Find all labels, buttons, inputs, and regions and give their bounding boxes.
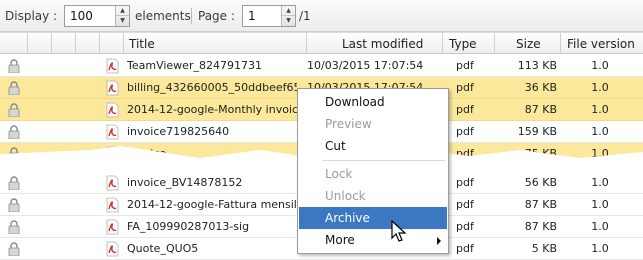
pdf-file-icon	[106, 241, 119, 257]
row-type: pdf	[456, 242, 474, 255]
row-file-version: 1.0	[591, 103, 609, 116]
column-header-icon[interactable]	[100, 33, 124, 54]
spinner-up-icon[interactable]: ▲	[282, 6, 295, 16]
row-type: pdf	[456, 125, 474, 138]
stepper-buttons: ▲ ▼	[281, 6, 295, 26]
display-label: Display :	[5, 9, 58, 23]
row-title[interactable]: 2014-12-google-Fattura mensile	[127, 194, 297, 216]
menu-item-preview: Preview	[325, 117, 372, 131]
row-title[interactable]: TeamViewer_824791731	[127, 55, 297, 77]
row-type: pdf	[456, 59, 474, 72]
lock-icon[interactable]	[8, 81, 20, 95]
pdf-file-icon	[106, 80, 119, 96]
elements-label: elements	[135, 9, 191, 23]
lock-icon[interactable]	[8, 220, 20, 234]
pagination-toolbar: Display : 100 ▲ ▼ elements Page : 1 ▲ ▼ …	[0, 0, 643, 32]
row-last-modified: 10/03/2015 17:07:54	[307, 59, 424, 72]
stepper-buttons: ▲ ▼	[115, 6, 129, 26]
row-file-version: 1.0	[591, 81, 609, 94]
row-size: 87 KB	[524, 220, 557, 233]
row-type: pdf	[456, 220, 474, 233]
context-menu: Download Preview Cut Lock Unlock Archive…	[297, 88, 449, 254]
row-size: 36 KB	[524, 81, 557, 94]
column-header-last-modified[interactable]: Last modified	[307, 33, 443, 54]
menu-separator	[322, 160, 445, 161]
menu-item-lock: Lock	[325, 167, 353, 181]
menu-item-unlock: Unlock	[325, 189, 366, 203]
row-type: pdf	[456, 81, 474, 94]
lock-icon[interactable]	[8, 242, 20, 256]
row-file-version: 1.0	[591, 59, 609, 72]
page-stepper[interactable]: 1 ▲ ▼	[242, 5, 296, 27]
row-size: 5 KB	[531, 242, 557, 255]
toolbar-divider	[191, 8, 192, 24]
column-header-type[interactable]: Type	[443, 33, 495, 54]
column-header-size[interactable]: Size	[495, 33, 561, 54]
row-title[interactable]: 2014-12-google-Monthly invoice	[127, 99, 297, 121]
display-count-stepper[interactable]: 100 ▲ ▼	[64, 5, 130, 27]
row-file-version: 1.0	[591, 125, 609, 138]
page-label: Page :	[198, 9, 235, 23]
row-size: 87 KB	[524, 198, 557, 211]
row-file-version: 1.0	[591, 242, 609, 255]
pdf-file-icon	[106, 197, 119, 213]
table-header: Title Last modified Type Size File versi…	[0, 32, 643, 54]
column-header-blank[interactable]	[28, 33, 52, 54]
column-header-blank[interactable]	[52, 33, 76, 54]
menu-item-cut[interactable]: Cut	[299, 135, 447, 157]
submenu-arrow-icon	[437, 237, 441, 245]
spinner-down-icon[interactable]: ▼	[282, 16, 295, 26]
row-title[interactable]: billing_432660005_50ddbeef6599a	[127, 77, 297, 99]
pdf-file-icon	[106, 124, 119, 140]
menu-item-archive[interactable]: Archive	[299, 207, 447, 229]
column-header-lock[interactable]	[0, 33, 28, 54]
row-title[interactable]: FA_109990287013-sig	[127, 216, 297, 238]
spinner-up-icon[interactable]: ▲	[116, 6, 129, 16]
row-size: 113 KB	[517, 59, 557, 72]
row-type: pdf	[456, 103, 474, 116]
pdf-file-icon	[106, 102, 119, 118]
lock-icon[interactable]	[8, 198, 20, 212]
column-header-title[interactable]: Title	[124, 33, 307, 54]
pdf-file-icon	[106, 58, 119, 74]
row-type: pdf	[456, 198, 474, 211]
lock-icon[interactable]	[8, 59, 20, 73]
menu-item-more-label: More	[325, 233, 355, 247]
lock-icon[interactable]	[8, 103, 20, 117]
pdf-file-icon	[106, 219, 119, 235]
row-file-version: 1.0	[591, 198, 609, 211]
display-count-value[interactable]: 100	[70, 9, 93, 23]
row-title[interactable]: Quote_QUO5	[127, 238, 297, 260]
row-file-version: 1.0	[591, 220, 609, 233]
table-row[interactable]: TeamViewer_824791731 10/03/2015 17:07:54 p…	[0, 55, 643, 77]
row-size: 159 KB	[517, 125, 557, 138]
lock-icon[interactable]	[8, 125, 20, 139]
menu-item-more[interactable]: More	[299, 229, 447, 251]
page-value[interactable]: 1	[248, 9, 256, 23]
page-total: /1	[299, 9, 311, 23]
mouse-cursor-icon	[391, 220, 407, 242]
row-title[interactable]: invoice719825640	[127, 121, 297, 143]
spinner-down-icon[interactable]: ▼	[116, 16, 129, 26]
column-header-blank[interactable]	[76, 33, 100, 54]
menu-item-download[interactable]: Download	[299, 91, 447, 113]
row-size: 87 KB	[524, 103, 557, 116]
column-header-file-version[interactable]: File version	[561, 33, 643, 54]
